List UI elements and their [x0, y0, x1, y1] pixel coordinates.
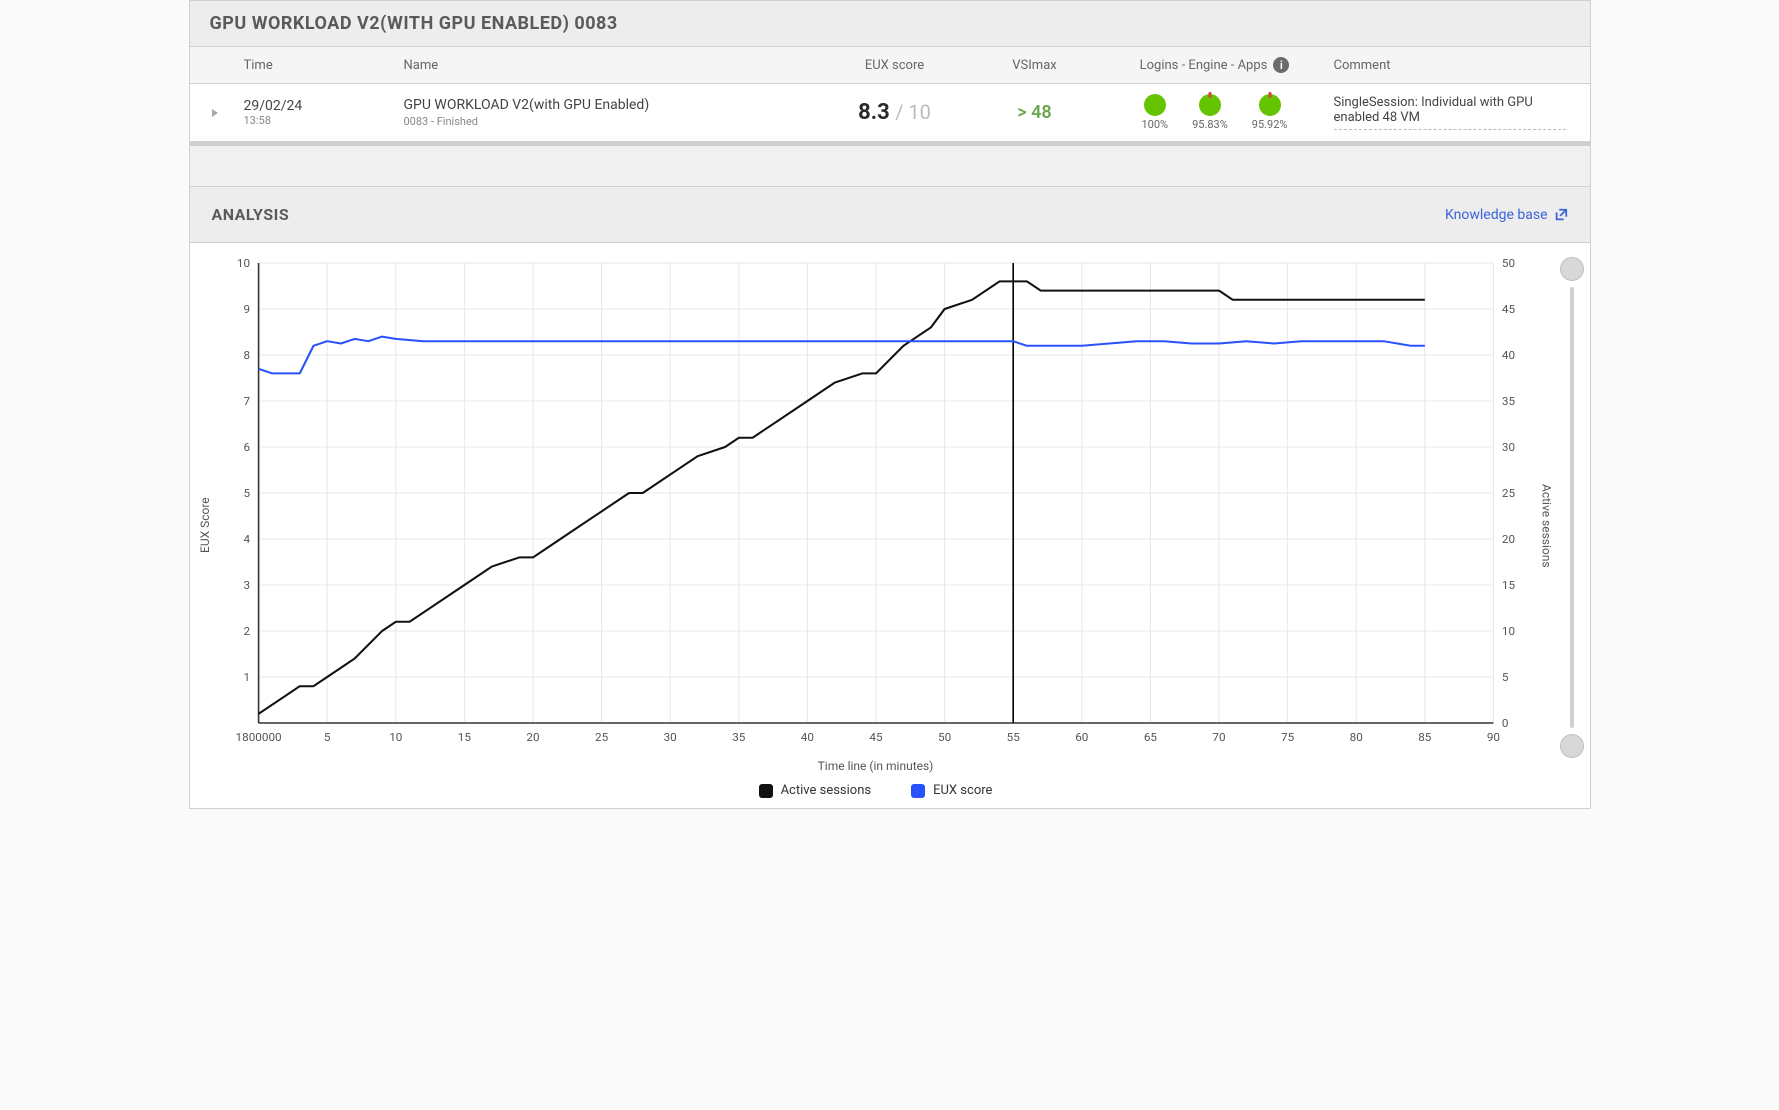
- slider-handle-top[interactable]: [1560, 257, 1584, 281]
- expand-row-button[interactable]: [190, 106, 240, 120]
- header-eux: EUX score: [820, 54, 970, 77]
- svg-text:0: 0: [1501, 716, 1508, 730]
- status-apps: 95.92%: [1252, 94, 1288, 131]
- svg-text:20: 20: [526, 730, 539, 744]
- svg-text:90: 90: [1486, 730, 1499, 744]
- svg-text:30: 30: [663, 730, 676, 744]
- name-cell: GPU WORKLOAD V2(with GPU Enabled) 0083 -…: [400, 95, 820, 130]
- svg-text:7: 7: [243, 394, 250, 408]
- header-comment: Comment: [1330, 54, 1590, 77]
- svg-text:10: 10: [389, 730, 402, 744]
- svg-text:65: 65: [1143, 730, 1156, 744]
- y-axis-left-label: EUX Score: [194, 253, 216, 798]
- status-dot-icon: [1199, 94, 1221, 116]
- svg-text:40: 40: [1501, 348, 1514, 362]
- analysis-title: ANALYSIS: [212, 205, 290, 224]
- vertical-range-slider[interactable]: [1558, 253, 1586, 798]
- svg-text:2: 2: [243, 624, 250, 638]
- svg-text:85: 85: [1418, 730, 1431, 744]
- vsimax-cell: > 48: [970, 100, 1100, 125]
- svg-text:45: 45: [1501, 302, 1514, 316]
- svg-text:55: 55: [1006, 730, 1019, 744]
- svg-text:3: 3: [243, 578, 250, 592]
- svg-text:20: 20: [1501, 532, 1514, 546]
- svg-text:6: 6: [243, 440, 250, 454]
- svg-text:9: 9: [243, 302, 250, 316]
- header-time: Time: [240, 54, 400, 77]
- svg-text:50: 50: [1501, 256, 1514, 270]
- svg-text:60: 60: [1075, 730, 1088, 744]
- chart-legend: Active sessions EUX score: [216, 783, 1536, 798]
- status-dot-icon: [1259, 94, 1281, 116]
- header-vsimax: VSImax: [970, 54, 1100, 77]
- svg-text:25: 25: [595, 730, 608, 744]
- svg-text:25: 25: [1501, 486, 1514, 500]
- y-axis-right-label: Active sessions: [1536, 253, 1558, 798]
- info-icon[interactable]: i: [1273, 57, 1289, 73]
- comment-cell[interactable]: SingleSession: Individual with GPU enabl…: [1330, 93, 1590, 132]
- legend-eux[interactable]: EUX score: [911, 783, 992, 798]
- svg-text:75: 75: [1281, 730, 1294, 744]
- legend-swatch-sessions: [759, 784, 773, 798]
- svg-text:8: 8: [243, 348, 250, 362]
- svg-text:10: 10: [236, 256, 249, 270]
- chart-area: EUX Score 123456789100510152025303540455…: [190, 243, 1590, 808]
- analysis-panel: ANALYSIS Knowledge base EUX Score 123456…: [190, 186, 1590, 808]
- svg-text:4: 4: [243, 532, 250, 546]
- svg-text:5: 5: [323, 730, 330, 744]
- status-dot-icon: [1144, 94, 1166, 116]
- svg-text:45: 45: [869, 730, 882, 744]
- svg-text:1800000: 1800000: [235, 730, 281, 744]
- slider-handle-bottom[interactable]: [1560, 734, 1584, 758]
- eux-score-cell: 8.3 / 10: [820, 98, 970, 127]
- workload-summary-panel: GPU WORKLOAD V2(WITH GPU ENABLED) 0083 T…: [190, 1, 1590, 146]
- svg-text:80: 80: [1349, 730, 1362, 744]
- knowledge-base-link[interactable]: Knowledge base: [1445, 207, 1567, 223]
- svg-text:5: 5: [243, 486, 250, 500]
- summary-header-row: Time Name EUX score VSImax Logins - Engi…: [190, 47, 1590, 84]
- svg-text:10: 10: [1501, 624, 1514, 638]
- header-name: Name: [400, 54, 820, 77]
- svg-text:40: 40: [800, 730, 813, 744]
- time-cell: 29/02/24 13:58: [240, 96, 400, 129]
- svg-text:1: 1: [243, 670, 250, 684]
- svg-text:70: 70: [1212, 730, 1225, 744]
- external-link-icon: [1554, 208, 1568, 222]
- legend-swatch-eux: [911, 784, 925, 798]
- summary-data-row: 29/02/24 13:58 GPU WORKLOAD V2(with GPU …: [190, 84, 1590, 142]
- svg-text:30: 30: [1501, 440, 1514, 454]
- x-axis-label: Time line (in minutes): [216, 759, 1536, 773]
- svg-text:35: 35: [732, 730, 745, 744]
- svg-text:15: 15: [457, 730, 470, 744]
- status-engine: 95.83%: [1192, 94, 1228, 131]
- header-status: Logins - Engine - Apps i: [1100, 53, 1330, 77]
- legend-sessions[interactable]: Active sessions: [759, 783, 872, 798]
- workload-title: GPU WORKLOAD V2(WITH GPU ENABLED) 0083: [190, 1, 1590, 47]
- svg-text:35: 35: [1501, 394, 1514, 408]
- svg-text:15: 15: [1501, 578, 1514, 592]
- analysis-chart[interactable]: 1234567891005101520253035404550180000051…: [216, 253, 1536, 753]
- slider-track[interactable]: [1570, 287, 1574, 728]
- status-cell: 100% 95.83% 95.92%: [1100, 92, 1330, 133]
- svg-text:5: 5: [1501, 670, 1508, 684]
- status-logins: 100%: [1142, 94, 1169, 131]
- svg-text:50: 50: [938, 730, 951, 744]
